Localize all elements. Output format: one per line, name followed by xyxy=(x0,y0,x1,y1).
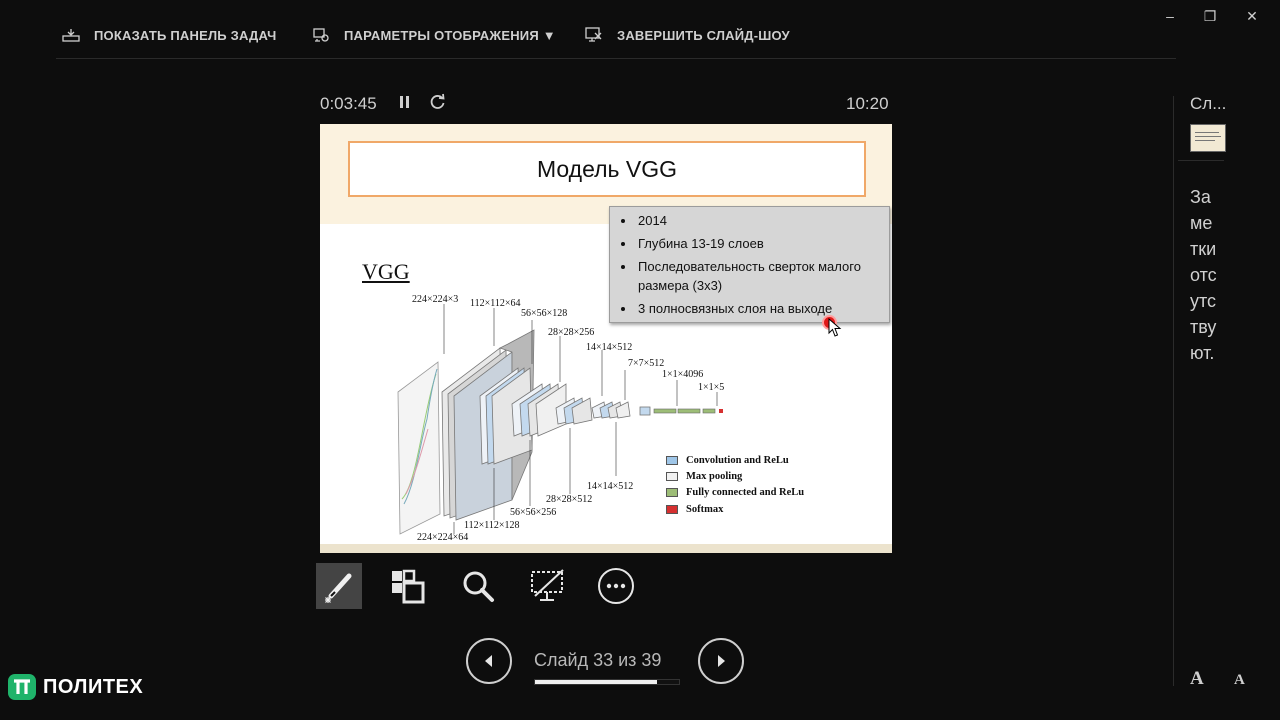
end-slideshow-button[interactable]: ЗАВЕРШИТЬ СЛАЙД-ШОУ xyxy=(583,26,790,44)
dim-label: 224×224×64 xyxy=(417,532,469,543)
slide-counter[interactable]: Слайд 33 из 39 xyxy=(534,650,661,671)
end-slideshow-icon xyxy=(583,26,605,44)
pen-icon xyxy=(325,573,352,603)
legend-item: Softmax xyxy=(666,504,723,515)
close-button[interactable]: ✕ xyxy=(1242,8,1262,25)
brand-logo: ПОЛИТЕХ xyxy=(8,674,143,700)
pause-timer-button[interactable] xyxy=(396,92,414,112)
bullet-textbox: 2014 Глубина 13-19 слоев Последовательно… xyxy=(609,206,890,323)
show-taskbar-button[interactable]: ПОКАЗАТЬ ПАНЕЛЬ ЗАДАЧ xyxy=(60,26,276,44)
see-all-slides-icon xyxy=(392,569,425,604)
zoom-button[interactable] xyxy=(455,563,501,609)
next-slide-label: Сл... xyxy=(1190,94,1227,113)
increase-font-button[interactable]: A xyxy=(1190,668,1204,690)
pause-icon xyxy=(400,96,409,108)
pen-laser-tool-button[interactable] xyxy=(316,563,362,609)
legend-item: Convolution and ReLu xyxy=(666,455,789,466)
show-taskbar-label: ПОКАЗАТЬ ПАНЕЛЬ ЗАДАЧ xyxy=(94,27,277,43)
dim-label: 14×14×512 xyxy=(587,481,634,492)
minimize-button[interactable]: – xyxy=(1160,8,1180,24)
display-settings-icon xyxy=(310,26,332,44)
restore-button[interactable]: ❐ xyxy=(1200,8,1220,25)
thumb-line xyxy=(1195,136,1221,137)
legend-item: Max pooling xyxy=(666,471,742,482)
legend-label: Max pooling xyxy=(686,471,743,482)
arrow-right-icon xyxy=(718,655,725,667)
restart-icon xyxy=(430,93,445,109)
dim-label: 14×14×512 xyxy=(586,342,633,353)
brand-name: ПОЛИТЕХ xyxy=(43,675,144,698)
panel-separator xyxy=(1173,96,1174,686)
current-slide[interactable]: Модель VGG VGG 224×224×3 112×112×64 56×5… xyxy=(320,124,892,553)
black-screen-icon xyxy=(531,569,564,601)
slide-progress-bar xyxy=(534,679,680,685)
legend-swatch xyxy=(666,456,678,465)
presenter-toolbar: ПОКАЗАТЬ ПАНЕЛЬ ЗАДАЧ ПАРАМЕТРЫ ОТОБРАЖЕ… xyxy=(0,0,1280,60)
bullet-item: 3 полносвязных слоя на выходе xyxy=(636,299,881,318)
more-options-button[interactable] xyxy=(593,563,639,609)
notes-separator xyxy=(1178,160,1224,161)
current-time: 10:20 xyxy=(846,94,889,113)
bullet-item: Глубина 13-19 слоев xyxy=(636,234,881,253)
dim-label: 224×224×3 xyxy=(412,294,459,305)
dim-label: 112×112×64 xyxy=(470,298,521,309)
decrease-font-button[interactable]: A xyxy=(1234,672,1245,689)
restart-timer-button[interactable] xyxy=(428,92,448,112)
dim-label: 1×1×5 xyxy=(698,382,725,393)
previous-slide-button[interactable] xyxy=(466,638,512,684)
next-slide-button[interactable] xyxy=(698,638,744,684)
dim-label: 112×112×128 xyxy=(464,520,520,531)
legend-label: Softmax xyxy=(686,504,724,515)
dim-label: 28×28×256 xyxy=(548,327,595,338)
dim-label: 7×7×512 xyxy=(628,358,665,369)
dim-label: 1×1×4096 xyxy=(662,369,704,380)
slide-footer-band xyxy=(320,544,892,553)
next-slide-thumbnail[interactable] xyxy=(1190,124,1226,152)
more-icon xyxy=(598,568,634,604)
polytech-logo-icon xyxy=(8,674,36,700)
dim-label: 56×56×256 xyxy=(510,507,557,518)
legend-item: Fully connected and ReLu xyxy=(666,487,804,498)
legend-swatch xyxy=(666,505,678,514)
mouse-cursor-icon xyxy=(828,318,842,337)
elapsed-timer: 0:03:45 xyxy=(320,94,377,113)
legend-label: Convolution and ReLu xyxy=(686,455,789,466)
legend-label: Fully connected and ReLu xyxy=(686,487,805,498)
display-settings-button[interactable]: ПАРАМЕТРЫ ОТОБРАЖЕНИЯ ▼ xyxy=(310,26,556,44)
legend-swatch xyxy=(666,472,678,481)
magnifier-icon xyxy=(463,571,494,602)
black-screen-button[interactable] xyxy=(524,563,570,609)
arrow-left-icon xyxy=(485,655,492,667)
dim-label: 28×28×512 xyxy=(546,494,593,505)
taskbar-icon xyxy=(60,26,82,44)
see-all-slides-button[interactable] xyxy=(384,563,430,609)
thumb-line xyxy=(1195,132,1219,133)
legend-swatch xyxy=(666,488,678,497)
dim-label: 56×56×128 xyxy=(521,308,568,319)
toolbar-divider xyxy=(56,58,1176,59)
speaker-notes[interactable]: Заметки отсутствуют. xyxy=(1190,184,1220,366)
display-settings-label: ПАРАМЕТРЫ ОТОБРАЖЕНИЯ ▼ xyxy=(344,27,556,43)
bullet-item: 2014 xyxy=(636,211,881,230)
thumb-line xyxy=(1195,140,1215,141)
slide-progress-fill xyxy=(535,680,657,684)
bullet-item: Последовательность сверток малого размер… xyxy=(636,257,881,295)
end-slideshow-label: ЗАВЕРШИТЬ СЛАЙД-ШОУ xyxy=(617,27,790,43)
